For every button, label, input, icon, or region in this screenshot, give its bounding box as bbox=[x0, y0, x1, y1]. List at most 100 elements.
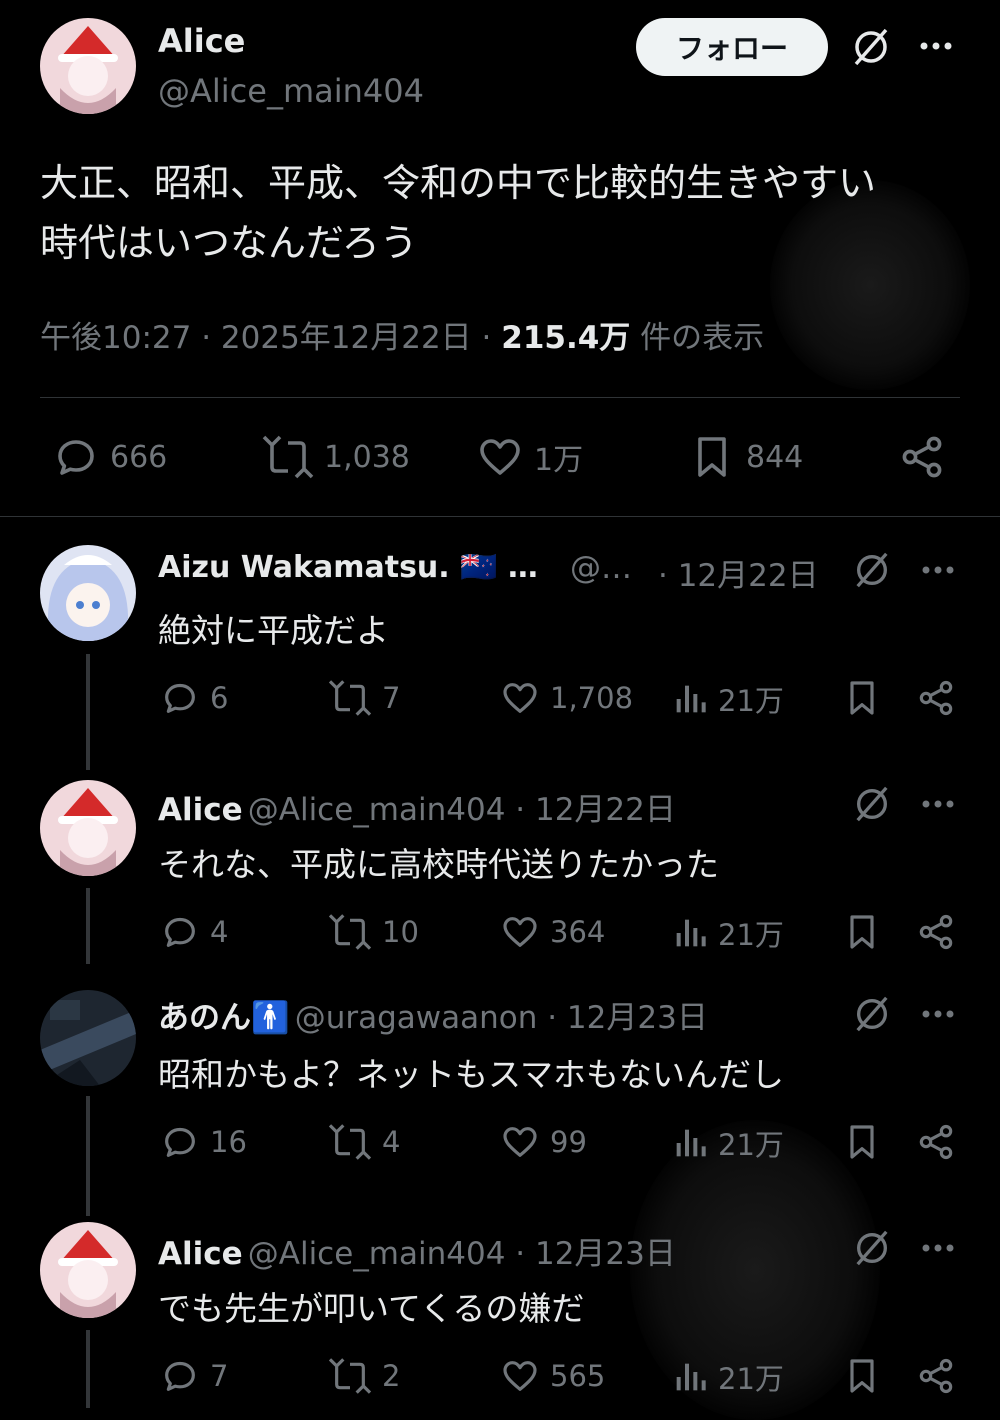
like-button[interactable]: 1,708 bbox=[500, 678, 633, 718]
reply-button[interactable]: 6 bbox=[160, 678, 228, 718]
reply-1-date[interactable]: · 12月22日 bbox=[658, 550, 819, 595]
like-button[interactable]: 565 bbox=[500, 1356, 605, 1396]
reply-3-text: 昭和かもよ？ネットもスマホもないんだし bbox=[158, 1055, 785, 1094]
like-icon bbox=[500, 678, 540, 718]
share-button[interactable] bbox=[916, 1356, 956, 1396]
avatar-anon[interactable] bbox=[40, 990, 136, 1086]
reply-1-text: 絶対に平成だよ bbox=[158, 611, 389, 650]
like-button[interactable]: 364 bbox=[500, 912, 605, 952]
share-button[interactable] bbox=[916, 912, 956, 952]
views-count: 21万 bbox=[718, 918, 784, 952]
more-icon[interactable] bbox=[920, 1242, 956, 1254]
avatar-alice-reply-4[interactable] bbox=[40, 1222, 136, 1318]
share-icon bbox=[898, 433, 946, 481]
follow-button[interactable]: フォロー bbox=[636, 18, 828, 76]
grok-icon[interactable] bbox=[852, 1228, 892, 1268]
more-icon[interactable] bbox=[918, 40, 954, 52]
like-icon bbox=[500, 912, 540, 952]
views-icon bbox=[672, 1357, 708, 1397]
repost-button[interactable]: 2 bbox=[328, 1356, 400, 1396]
reply-3-display-name[interactable]: あのん🚹 bbox=[158, 1000, 290, 1036]
like-button[interactable]: 99 bbox=[500, 1122, 587, 1162]
bookmark-button[interactable] bbox=[842, 1122, 882, 1162]
author-display-name[interactable]: Alice bbox=[158, 22, 245, 60]
like-icon bbox=[500, 1122, 540, 1162]
share-button[interactable] bbox=[898, 433, 946, 481]
views-button[interactable]: 21万 bbox=[672, 678, 784, 720]
reply-2-display-name[interactable]: Alice bbox=[158, 792, 243, 828]
repost-count: 4 bbox=[382, 1125, 401, 1159]
reply-3-header: あのん🚹 @uragawaanon · 12月23日 bbox=[158, 992, 708, 1037]
reply-count: 666 bbox=[110, 439, 168, 475]
views-button[interactable]: 21万 bbox=[672, 1356, 784, 1398]
reply-button[interactable]: 7 bbox=[160, 1356, 228, 1396]
repost-button[interactable]: 1,038 bbox=[262, 433, 410, 481]
like-button[interactable]: 1万 bbox=[476, 433, 583, 481]
reply-count: 7 bbox=[210, 1359, 229, 1393]
grok-icon[interactable] bbox=[852, 994, 892, 1034]
reply-4-display-name[interactable]: Alice bbox=[158, 1236, 243, 1272]
reply-count: 4 bbox=[210, 915, 229, 949]
more-icon[interactable] bbox=[920, 564, 956, 576]
section-divider bbox=[0, 516, 1000, 517]
bookmark-button[interactable] bbox=[842, 678, 882, 718]
repost-button[interactable]: 10 bbox=[328, 912, 419, 952]
grok-icon[interactable] bbox=[850, 26, 892, 68]
bookmark-icon bbox=[842, 912, 882, 952]
views-count: 21万 bbox=[718, 1362, 784, 1396]
like-count: 565 bbox=[550, 1359, 606, 1393]
more-icon[interactable] bbox=[920, 798, 956, 810]
bookmark-icon bbox=[688, 433, 736, 481]
views-count: 21万 bbox=[718, 1128, 784, 1162]
bookmark-button[interactable] bbox=[842, 912, 882, 952]
post-text-line-1: 大正、昭和、平成、令和の中で比較的生きやすい bbox=[40, 161, 877, 205]
avatar-alice-main[interactable] bbox=[40, 18, 136, 114]
reply-4-action-bar: 7 2 565 21万 bbox=[0, 1356, 1000, 1406]
share-icon bbox=[916, 1356, 956, 1396]
reply-button[interactable]: 16 bbox=[160, 1122, 247, 1162]
reply-icon bbox=[160, 678, 200, 718]
reply-4-handle[interactable]: @Alice_main404 · 12月23日 bbox=[248, 1236, 676, 1272]
views-count: 21万 bbox=[718, 684, 784, 718]
reply-2-handle[interactable]: @Alice_main404 · 12月22日 bbox=[248, 792, 676, 828]
divider bbox=[40, 397, 960, 398]
grok-icon[interactable] bbox=[852, 550, 892, 590]
repost-button[interactable]: 4 bbox=[328, 1122, 400, 1162]
share-button[interactable] bbox=[916, 1122, 956, 1162]
background-photo-face-top bbox=[770, 180, 970, 390]
share-button[interactable] bbox=[916, 678, 956, 718]
bookmark-button[interactable]: 844 bbox=[688, 433, 803, 481]
views-button[interactable]: 21万 bbox=[672, 1122, 784, 1164]
reply-button[interactable]: 4 bbox=[160, 912, 228, 952]
reply-icon bbox=[52, 433, 100, 481]
avatar-aizu[interactable] bbox=[40, 545, 136, 641]
repost-icon bbox=[328, 912, 372, 952]
bookmark-icon bbox=[842, 1356, 882, 1396]
repost-count: 1,038 bbox=[324, 439, 410, 475]
post-text-line-2: 時代はいつなんだろう bbox=[40, 221, 418, 265]
reply-2-header: Alice @Alice_main404 · 12月22日 bbox=[158, 784, 676, 829]
more-icon[interactable] bbox=[920, 1008, 956, 1020]
reply-4-header: Alice @Alice_main404 · 12月23日 bbox=[158, 1228, 676, 1273]
repost-count: 10 bbox=[382, 915, 419, 949]
post-timestamp[interactable]: 午後10:27 · 2025年12月22日 · bbox=[40, 320, 501, 356]
reply-1-display-name[interactable]: Aizu Wakamatsu. 🇳🇿 … bbox=[158, 550, 538, 585]
views-icon bbox=[672, 1123, 708, 1163]
author-handle[interactable]: @Alice_main404 bbox=[158, 72, 424, 110]
share-icon bbox=[916, 678, 956, 718]
views-suffix: 件の表示 bbox=[630, 320, 765, 356]
repost-count: 2 bbox=[382, 1359, 401, 1393]
repost-button[interactable]: 7 bbox=[328, 678, 400, 718]
reply-button[interactable]: 666 bbox=[52, 433, 167, 481]
reply-3-handle[interactable]: @uragawaanon · 12月23日 bbox=[295, 1000, 708, 1036]
views-button[interactable]: 21万 bbox=[672, 912, 784, 954]
bookmark-button[interactable] bbox=[842, 1356, 882, 1396]
like-count: 364 bbox=[550, 915, 606, 949]
reply-3-action-bar: 16 4 99 21万 bbox=[0, 1122, 1000, 1172]
main-action-bar: 666 1,038 1万 844 bbox=[0, 433, 1000, 483]
grok-icon[interactable] bbox=[852, 784, 892, 824]
like-count: 1,708 bbox=[550, 681, 634, 715]
reply-1-handle[interactable]: @… bbox=[570, 550, 632, 586]
avatar-alice-reply-2[interactable] bbox=[40, 780, 136, 876]
bookmark-count: 844 bbox=[746, 439, 804, 475]
